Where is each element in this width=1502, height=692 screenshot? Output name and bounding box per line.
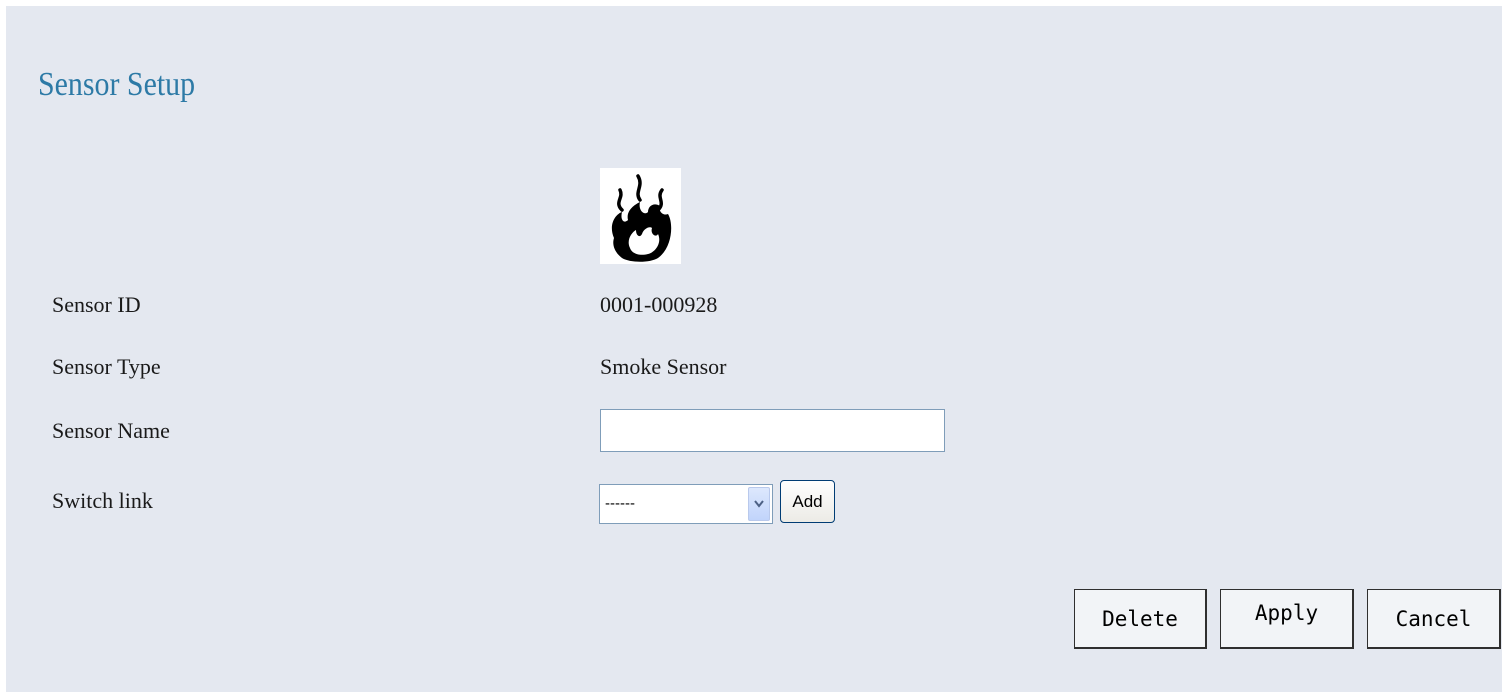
apply-button[interactable]: Apply <box>1220 589 1354 649</box>
sensor-name-input[interactable] <box>600 409 945 452</box>
sensor-id-value: 0001-000928 <box>600 292 718 317</box>
switch-link-selected-value: ------ <box>605 495 635 512</box>
dropdown-arrow-button[interactable] <box>748 487 770 521</box>
add-switch-link-button[interactable]: Add <box>780 480 835 523</box>
switch-link-label: Switch link <box>52 488 153 513</box>
chevron-down-icon <box>754 500 764 508</box>
flame-icon <box>600 168 681 264</box>
switch-link-select[interactable]: ------ <box>599 484 773 524</box>
cancel-button[interactable]: Cancel <box>1367 589 1501 649</box>
delete-button[interactable]: Delete <box>1074 589 1207 649</box>
apply-button-label: Apply <box>1254 600 1319 625</box>
sensor-type-value: Smoke Sensor <box>600 354 727 379</box>
page-title: Sensor Setup <box>38 66 196 103</box>
sensor-type-label: Sensor Type <box>52 354 161 379</box>
sensor-name-label: Sensor Name <box>52 418 170 443</box>
sensor-id-label: Sensor ID <box>52 292 141 317</box>
